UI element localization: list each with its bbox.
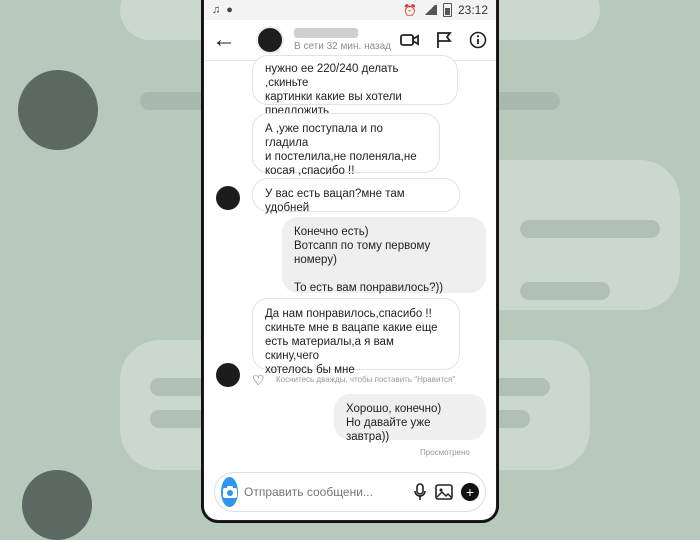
message-thread: нужно ее 220/240 делать ,скиньте картинк… (204, 55, 496, 471)
signal-icon (422, 5, 437, 15)
camera-button[interactable] (221, 477, 238, 507)
status-bar: ♫ ● ⏰ 23:12 (204, 0, 496, 20)
contact-avatar[interactable] (256, 26, 284, 54)
incoming-message[interactable]: У вас есть вацап?мне там удобней (252, 178, 460, 214)
phone-screen: ♫ ● ⏰ 23:12 ← В сети 32 мин. назад нужно… (204, 0, 496, 520)
heart-icon[interactable]: ♡ (252, 372, 265, 389)
incoming-message[interactable]: Да нам понравилось,спасибо !! скиньте мн… (252, 298, 460, 376)
incoming-message[interactable]: А ,уже поступала и по гладила и постелил… (252, 113, 440, 177)
plus-icon: + (461, 483, 479, 501)
flag-icon[interactable] (434, 30, 454, 50)
contact-avatar-small[interactable] (216, 186, 240, 210)
back-arrow-icon[interactable]: ← (212, 28, 238, 52)
contact-info[interactable]: В сети 32 мин. назад (294, 28, 400, 52)
outgoing-message[interactable]: Хорошо, конечно) Но давайте уже завтра)) (334, 394, 486, 443)
battery-icon (442, 3, 452, 17)
notification-icon: ● (226, 4, 233, 16)
seen-label: Просмотрено (420, 448, 470, 457)
video-call-icon[interactable] (400, 30, 420, 50)
microphone-icon[interactable] (413, 481, 427, 503)
alarm-icon: ⏰ (403, 4, 417, 17)
presence-status: В сети 32 мин. назад (294, 41, 392, 52)
gallery-icon[interactable] (435, 481, 453, 503)
outgoing-message[interactable]: Конечно есть) Вотсапп по тому первому но… (282, 217, 486, 294)
double-tap-like-hint: Коснитесь дважды, чтобы поставить "Нрави… (276, 375, 456, 384)
message-composer: + (214, 472, 486, 512)
status-time: 23:12 (457, 3, 488, 17)
contact-name-redacted (294, 28, 358, 38)
info-icon[interactable] (468, 30, 488, 50)
camera-icon (222, 486, 237, 498)
music-icon: ♫ (212, 4, 221, 16)
incoming-message[interactable]: нужно ее 220/240 делать ,скиньте картинк… (252, 55, 458, 117)
message-input[interactable] (238, 485, 405, 499)
add-button[interactable]: + (461, 481, 479, 503)
contact-avatar-small[interactable] (216, 363, 240, 387)
